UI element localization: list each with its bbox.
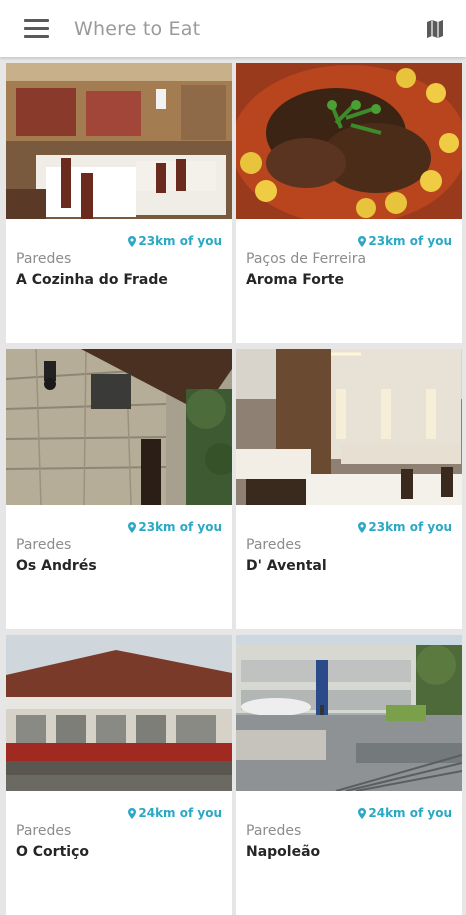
restaurant-city: Paredes: [16, 537, 72, 553]
location-pin-icon: [128, 521, 137, 533]
restaurant-card[interactable]: 23km of you Paços de Ferreira Aroma Fort…: [236, 63, 462, 343]
restaurant-card[interactable]: 23km of you Paredes Os Andrés: [6, 349, 232, 629]
restaurant-photo: [6, 349, 232, 505]
location-pin-icon: [358, 521, 367, 533]
distance-text: 23km of you: [138, 520, 222, 534]
map-icon: [427, 20, 443, 38]
distance-text: 24km of you: [368, 806, 452, 820]
distance-label: 23km of you: [358, 520, 452, 534]
distance-text: 24km of you: [138, 806, 222, 820]
distance-label: 24km of you: [358, 806, 452, 820]
restaurant-grid: 23km of you Paredes A Cozinha do Frade 2…: [0, 57, 466, 915]
distance-label: 23km of you: [128, 520, 222, 534]
restaurant-photo: [6, 63, 232, 219]
restaurant-card[interactable]: 23km of you Paredes D' Avental: [236, 349, 462, 629]
location-pin-icon: [128, 807, 137, 819]
hamburger-menu-icon-bar: [24, 35, 49, 38]
location-pin-icon: [358, 807, 367, 819]
restaurant-city: Paredes: [246, 823, 302, 839]
restaurant-city: Paredes: [16, 823, 72, 839]
distance-label: 23km of you: [358, 234, 452, 248]
restaurant-city: Paços de Ferreira: [246, 251, 367, 267]
restaurant-card[interactable]: 24km of you Paredes Napoleão: [236, 635, 462, 915]
hamburger-menu-icon-bar: [24, 27, 49, 30]
restaurant-card[interactable]: 24km of you Paredes O Cortiço: [6, 635, 232, 915]
location-pin-icon: [128, 235, 137, 247]
restaurant-name: Aroma Forte: [246, 272, 344, 288]
app-bar: Where to Eat: [0, 0, 466, 57]
distance-text: 23km of you: [368, 520, 452, 534]
restaurant-name: O Cortiço: [16, 844, 89, 860]
restaurant-name: Napoleão: [246, 844, 321, 860]
location-pin-icon: [358, 235, 367, 247]
page-title: Where to Eat: [74, 18, 201, 40]
restaurant-name: A Cozinha do Frade: [16, 272, 168, 288]
distance-label: 24km of you: [128, 806, 222, 820]
restaurant-name: D' Avental: [246, 558, 327, 574]
distance-text: 23km of you: [138, 234, 222, 248]
restaurant-photo: [6, 635, 232, 791]
restaurant-photo: [236, 635, 462, 791]
distance-label: 23km of you: [128, 234, 222, 248]
restaurant-name: Os Andrés: [16, 558, 97, 574]
map-button[interactable]: [422, 17, 448, 41]
restaurant-photo: [236, 349, 462, 505]
restaurant-city: Paredes: [16, 251, 72, 267]
distance-text: 23km of you: [368, 234, 452, 248]
menu-button[interactable]: [12, 14, 50, 44]
restaurant-card[interactable]: 23km of you Paredes A Cozinha do Frade: [6, 63, 232, 343]
restaurant-city: Paredes: [246, 537, 302, 553]
hamburger-menu-icon: [24, 19, 49, 22]
restaurant-photo: [236, 63, 462, 219]
